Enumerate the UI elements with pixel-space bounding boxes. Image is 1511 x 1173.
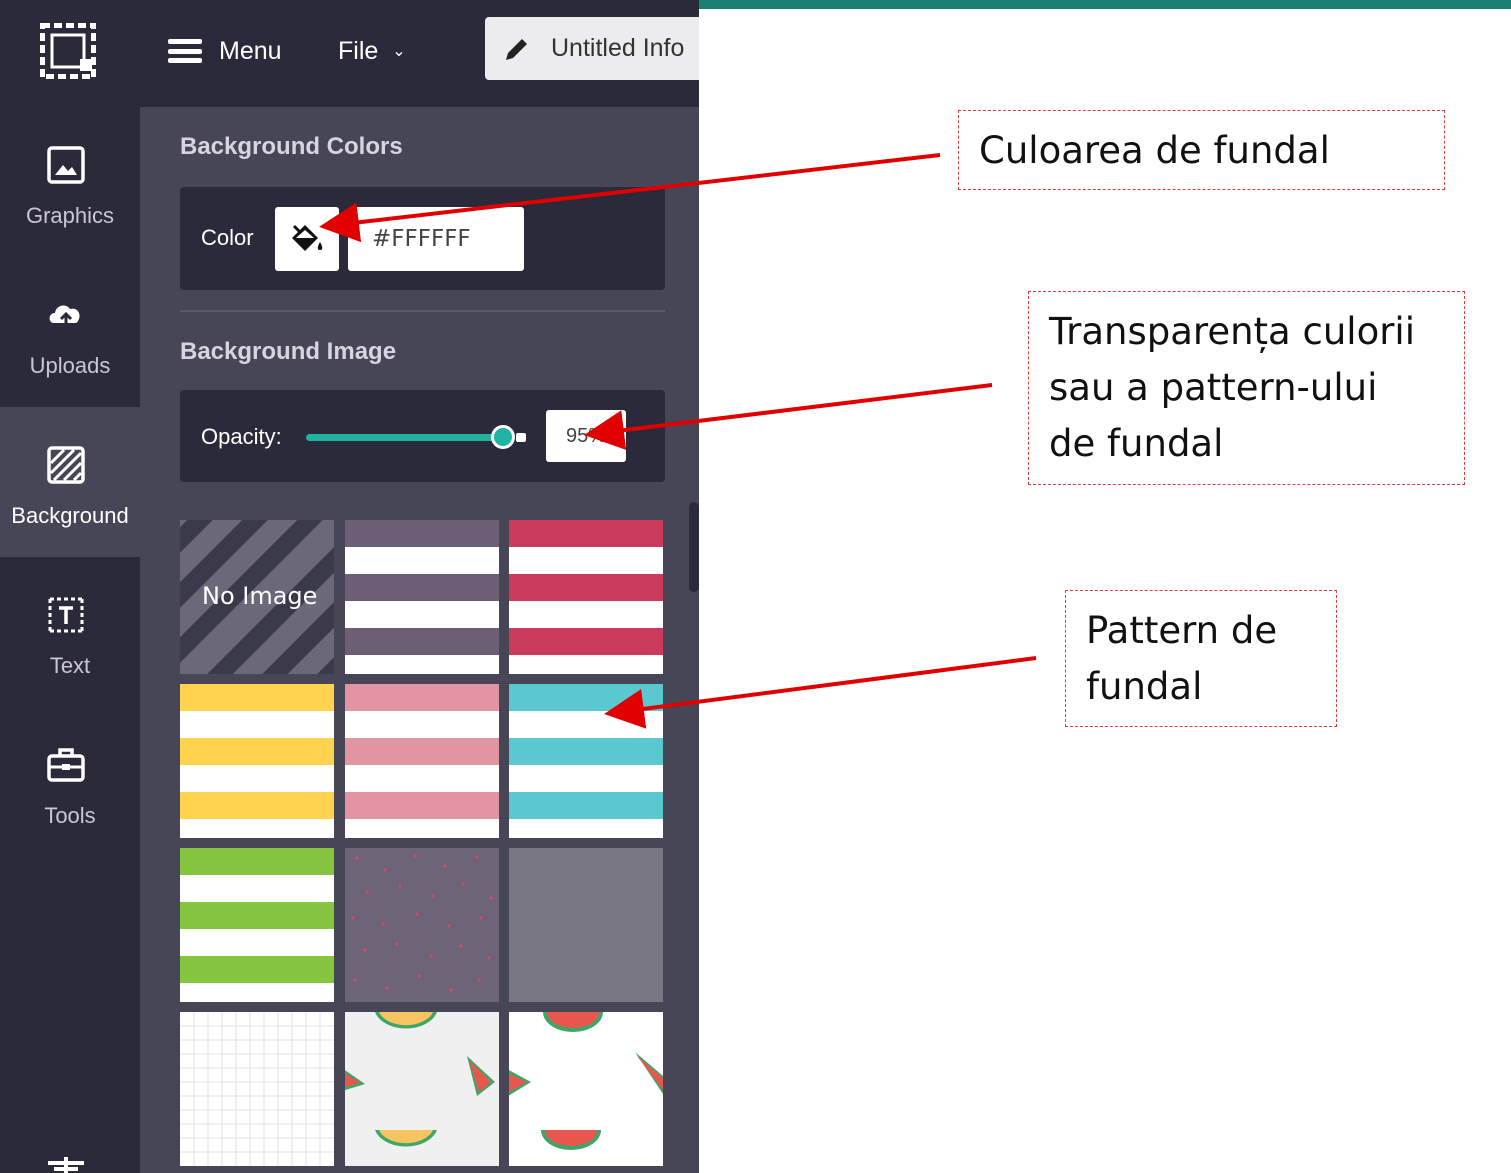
logo-icon[interactable] xyxy=(40,23,96,79)
opacity-card: Opacity: 95% xyxy=(180,390,665,482)
callout-pattern-line: Pattern de xyxy=(1086,609,1278,652)
callout-opacity: Transparența culorii sau a pattern-ului … xyxy=(1028,291,1465,485)
section-divider xyxy=(180,310,665,312)
text-box-icon xyxy=(48,597,84,633)
sidebar-item-graphics[interactable]: Graphics xyxy=(0,107,140,257)
sidebar-item-label: Background xyxy=(11,503,129,528)
sidebar-item-label: Uploads xyxy=(29,353,111,378)
sidebar-item-background[interactable]: Background xyxy=(0,407,140,557)
background-panel: Background Colors Color Background Image… xyxy=(140,107,699,1173)
stripes-teal-tile[interactable] xyxy=(509,684,663,838)
sidebar-item-uploads[interactable]: Uploads xyxy=(0,257,140,407)
sidebar-item-tools[interactable]: Tools xyxy=(0,707,140,857)
panel-scrollbar[interactable] xyxy=(689,502,699,592)
chevron-down-icon: ⌄ xyxy=(392,43,406,60)
watermelon-gray-tile[interactable] xyxy=(345,1012,499,1166)
color-picker-button[interactable] xyxy=(275,207,339,271)
no-image-label: No Image xyxy=(202,582,318,610)
document-title-field[interactable]: Untitled Info xyxy=(485,17,699,80)
dots-tile[interactable] xyxy=(345,848,499,1002)
cloud-upload-icon xyxy=(49,305,80,325)
toolbox-icon xyxy=(47,748,85,782)
hamburger-icon xyxy=(168,39,202,63)
menu-label: Menu xyxy=(219,36,282,65)
document-title-value: Untitled Info xyxy=(551,34,685,62)
background-colors-title: Background Colors xyxy=(180,133,403,160)
callout-color: Culoarea de fundal xyxy=(958,110,1445,190)
menu-button[interactable]: Menu xyxy=(168,31,282,71)
stripes-yellow-tile[interactable] xyxy=(180,684,334,838)
watermelon-white-tile[interactable] xyxy=(509,1012,663,1166)
file-label: File xyxy=(338,36,379,65)
hatch-icon xyxy=(47,446,85,484)
callout-opacity-line: Transparența culorii xyxy=(1049,310,1415,353)
solid-gray-tile[interactable] xyxy=(509,848,663,1002)
stripes-green-tile[interactable] xyxy=(180,848,334,1002)
pencil-icon xyxy=(506,38,527,60)
paint-bucket-icon xyxy=(292,224,323,251)
sidebar-rail: Graphics Uploads Background Text Tools xyxy=(0,107,140,1173)
color-hex-input[interactable] xyxy=(348,207,524,271)
stripes-red-tile[interactable] xyxy=(509,520,663,674)
background-image-title: Background Image xyxy=(180,338,397,365)
callout-opacity-line: de fundal xyxy=(1049,422,1224,465)
sidebar-item-text[interactable]: Text xyxy=(0,557,140,707)
no-image-tile[interactable]: No Image xyxy=(180,520,334,674)
editor-app: Menu File ⌄ Untitled Info Graphics Uploa… xyxy=(0,0,699,1173)
image-icon xyxy=(47,146,85,184)
stripes-purple-tile[interactable] xyxy=(345,520,499,674)
file-menu-button[interactable]: File ⌄ xyxy=(338,31,406,71)
app-header: Menu File ⌄ Untitled Info xyxy=(0,9,699,107)
grid-tile[interactable] xyxy=(180,1012,334,1166)
stripes-pink-tile[interactable] xyxy=(345,684,499,838)
opacity-slider-track[interactable] xyxy=(306,434,506,441)
opacity-slider-handle[interactable] xyxy=(491,425,515,449)
opacity-slider-end xyxy=(516,433,526,442)
callout-opacity-line: sau a pattern-ului xyxy=(1049,366,1378,409)
color-card: Color xyxy=(180,187,665,290)
opacity-label: Opacity: xyxy=(201,424,282,449)
more-tools-icon[interactable] xyxy=(44,1155,88,1173)
sidebar-item-label: Text xyxy=(49,653,91,678)
sidebar-item-label: Graphics xyxy=(25,203,115,228)
opacity-value-input[interactable]: 95% xyxy=(546,410,626,462)
callout-pattern: Pattern de fundal xyxy=(1065,590,1337,727)
callout-pattern-line: fundal xyxy=(1086,665,1203,708)
sidebar-item-label: Tools xyxy=(44,803,96,828)
callout-color-text: Culoarea de fundal xyxy=(979,129,1330,172)
color-label: Color xyxy=(201,225,254,250)
